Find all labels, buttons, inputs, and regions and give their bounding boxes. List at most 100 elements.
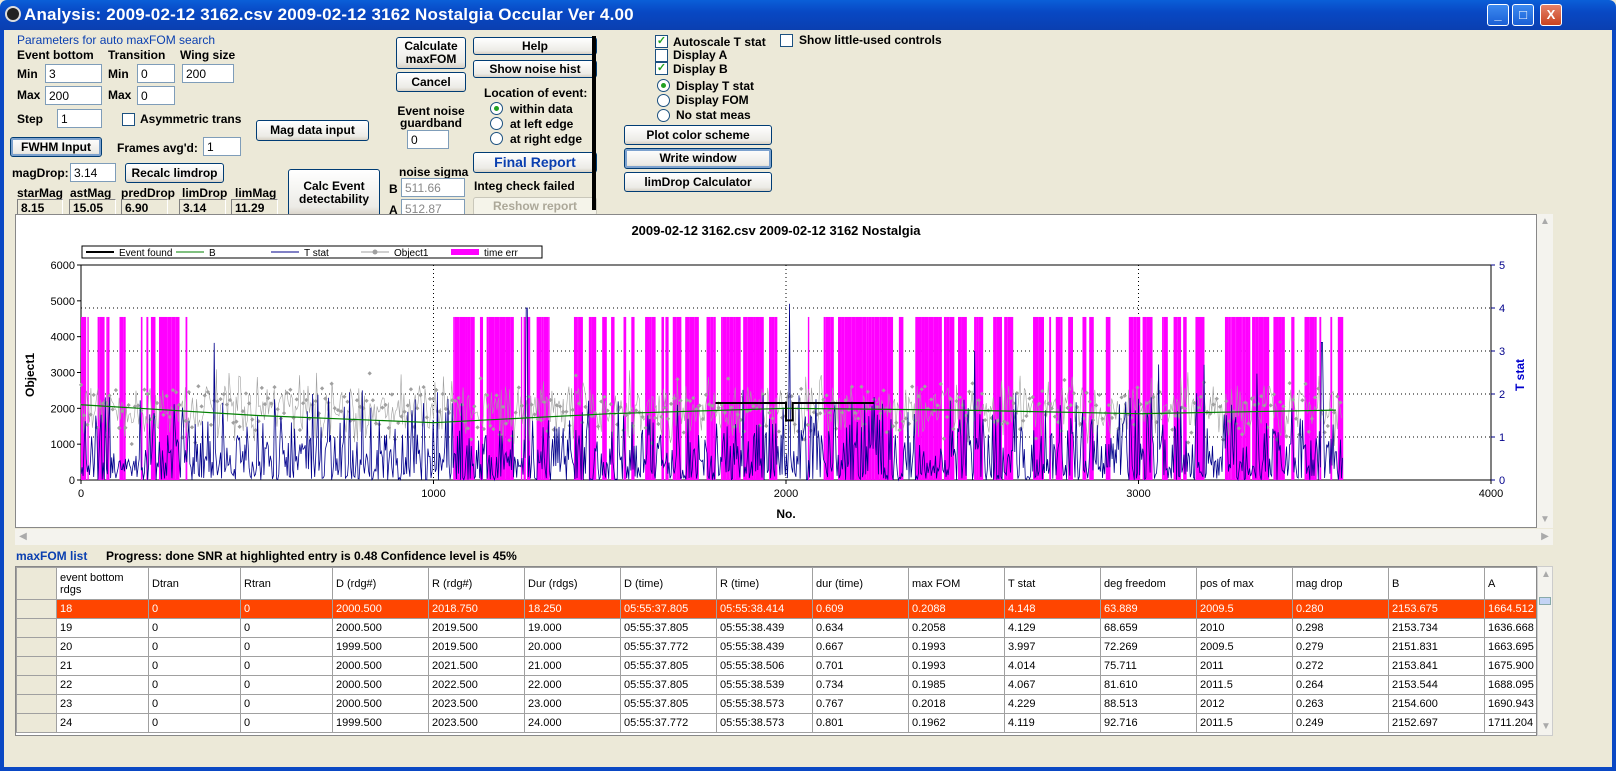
table-cell[interactable]: 0 xyxy=(240,656,333,676)
asymmetric-trans-checkbox[interactable] xyxy=(122,113,135,126)
display-fom-radio[interactable] xyxy=(657,94,670,107)
table-scroll-thumb[interactable] xyxy=(1539,597,1551,605)
fwhm-input-button[interactable]: FWHM Input xyxy=(10,137,102,157)
table-cell[interactable]: 0 xyxy=(240,713,333,733)
column-header[interactable]: D (time) xyxy=(620,567,717,600)
calculate-maxfom-button[interactable]: Calculate maxFOM xyxy=(396,37,466,69)
table-cell[interactable]: 1663.695 xyxy=(1484,637,1536,657)
table-cell[interactable]: 0.1962 xyxy=(908,713,1005,733)
table-cell[interactable]: 0.249 xyxy=(1292,713,1389,733)
table-cell[interactable]: 4.014 xyxy=(1004,656,1101,676)
table-cell[interactable]: 75.711 xyxy=(1100,656,1197,676)
table-cell[interactable]: 0.280 xyxy=(1292,599,1389,619)
table-cell[interactable]: 1675.900 xyxy=(1484,656,1536,676)
table-cell[interactable]: 0.1993 xyxy=(908,637,1005,657)
row-header[interactable] xyxy=(16,694,57,714)
row-header[interactable] xyxy=(16,713,57,733)
table-cell[interactable]: 05:55:37.805 xyxy=(620,675,717,695)
table-cell[interactable]: 1690.943 xyxy=(1484,694,1536,714)
table-cell[interactable]: 0.767 xyxy=(812,694,909,714)
table-cell[interactable]: 05:55:38.414 xyxy=(716,599,813,619)
table-cell[interactable]: 05:55:38.506 xyxy=(716,656,813,676)
show-noise-hist-button[interactable]: Show noise hist xyxy=(473,60,597,78)
table-cell[interactable]: 2011.5 xyxy=(1196,675,1293,695)
step-input[interactable] xyxy=(57,109,102,128)
table-cell[interactable]: 0.701 xyxy=(812,656,909,676)
table-cell[interactable]: 1636.668 xyxy=(1484,618,1536,638)
table-cell[interactable]: 2023.500 xyxy=(428,713,525,733)
within-data-radio[interactable] xyxy=(490,102,503,115)
table-cell[interactable]: 2000.500 xyxy=(332,656,429,676)
final-report-button[interactable]: Final Report xyxy=(473,152,597,173)
table-cell[interactable]: 1688.095 xyxy=(1484,675,1536,695)
noise-guardband-input[interactable] xyxy=(407,130,449,149)
table-cell[interactable]: 05:55:37.805 xyxy=(620,656,717,676)
table-cell[interactable]: 24.000 xyxy=(524,713,621,733)
recalc-limdrop-button[interactable]: Recalc limdrop xyxy=(125,163,224,183)
table-cell[interactable]: 2018.750 xyxy=(428,599,525,619)
chart-horizontal-scrollbar[interactable]: ◀ ▶ xyxy=(15,529,1553,545)
table-cell[interactable]: 2019.500 xyxy=(428,618,525,638)
minimize-button[interactable]: _ xyxy=(1487,4,1509,26)
table-cell[interactable]: 0.2058 xyxy=(908,618,1005,638)
table-cell[interactable]: 2000.500 xyxy=(332,599,429,619)
table-row[interactable]: 18 0 0 2000.500 2018.750 18.250 05:55:37.805 05… xyxy=(16,599,1536,619)
table-cell[interactable]: 4.148 xyxy=(1004,599,1101,619)
table-cell[interactable]: 23.000 xyxy=(524,694,621,714)
table-cell[interactable]: 0.667 xyxy=(812,637,909,657)
table-cell[interactable]: 2022.500 xyxy=(428,675,525,695)
table-cell[interactable]: 2152.697 xyxy=(1388,713,1485,733)
table-cell[interactable]: 05:55:37.772 xyxy=(620,637,717,657)
table-cell[interactable]: 2153.734 xyxy=(1388,618,1485,638)
table-cell[interactable]: 0.264 xyxy=(1292,675,1389,695)
table-cell[interactable]: 81.610 xyxy=(1100,675,1197,695)
table-cell[interactable]: 05:55:38.573 xyxy=(716,713,813,733)
table-cell[interactable]: 2021.500 xyxy=(428,656,525,676)
column-header[interactable]: mag drop xyxy=(1292,567,1389,600)
table-cell[interactable]: 21.000 xyxy=(524,656,621,676)
table-cell[interactable]: 2010 xyxy=(1196,618,1293,638)
table-cell[interactable]: 19 xyxy=(56,618,149,638)
table-cell[interactable]: 2154.600 xyxy=(1388,694,1485,714)
right-edge-radio[interactable] xyxy=(490,132,503,145)
table-cell[interactable]: 2009.5 xyxy=(1196,637,1293,657)
table-cell[interactable]: 0 xyxy=(148,675,241,695)
table-cell[interactable]: 2000.500 xyxy=(332,618,429,638)
table-cell[interactable]: 20.000 xyxy=(524,637,621,657)
maximize-button[interactable]: □ xyxy=(1512,4,1534,26)
close-button[interactable]: X xyxy=(1540,4,1562,26)
table-cell[interactable]: 1999.500 xyxy=(332,713,429,733)
noise-sigma-b-input[interactable] xyxy=(401,178,465,197)
table-row[interactable]: 22 0 0 2000.500 2022.500 22.000 05:55:37.805 05… xyxy=(16,675,1536,695)
event-bottom-min-input[interactable] xyxy=(45,64,102,83)
table-cell[interactable]: 18 xyxy=(56,599,149,619)
table-cell[interactable]: 2151.831 xyxy=(1388,637,1485,657)
scroll-down-arrow-icon[interactable]: ▼ xyxy=(1537,512,1553,528)
magdrop-input[interactable] xyxy=(70,163,116,182)
table-cell[interactable]: 2009.5 xyxy=(1196,599,1293,619)
table-cell[interactable]: 05:55:37.805 xyxy=(620,599,717,619)
table-cell[interactable]: 0 xyxy=(148,618,241,638)
table-cell[interactable]: 0.609 xyxy=(812,599,909,619)
table-cell[interactable]: 88.513 xyxy=(1100,694,1197,714)
table-row[interactable]: 24 0 0 1999.500 2023.500 24.000 05:55:37.772 05… xyxy=(16,713,1536,733)
table-cell[interactable]: 3.997 xyxy=(1004,637,1101,657)
table-cell[interactable]: 05:55:37.772 xyxy=(620,713,717,733)
left-edge-radio[interactable] xyxy=(490,117,503,130)
row-header[interactable] xyxy=(16,675,57,695)
cancel-button[interactable]: Cancel xyxy=(396,72,466,92)
column-header[interactable]: B xyxy=(1388,567,1485,600)
table-cell[interactable]: 1711.204 xyxy=(1484,713,1536,733)
table-cell[interactable]: 0.298 xyxy=(1292,618,1389,638)
column-header[interactable]: T stat xyxy=(1004,567,1101,600)
table-cell[interactable]: 22 xyxy=(56,675,149,695)
table-cell[interactable]: 2019.500 xyxy=(428,637,525,657)
table-cell[interactable]: 0 xyxy=(240,618,333,638)
wing-size-input[interactable] xyxy=(182,64,234,83)
table-cell[interactable]: 68.659 xyxy=(1100,618,1197,638)
table-cell[interactable]: 05:55:38.439 xyxy=(716,637,813,657)
maxfom-table[interactable]: event bottom rdgs Dtran Rtran D (rdg#) R (rd… xyxy=(15,566,1537,736)
table-cell[interactable]: 92.716 xyxy=(1100,713,1197,733)
table-cell[interactable]: 4.229 xyxy=(1004,694,1101,714)
event-bottom-max-input[interactable] xyxy=(45,86,102,105)
